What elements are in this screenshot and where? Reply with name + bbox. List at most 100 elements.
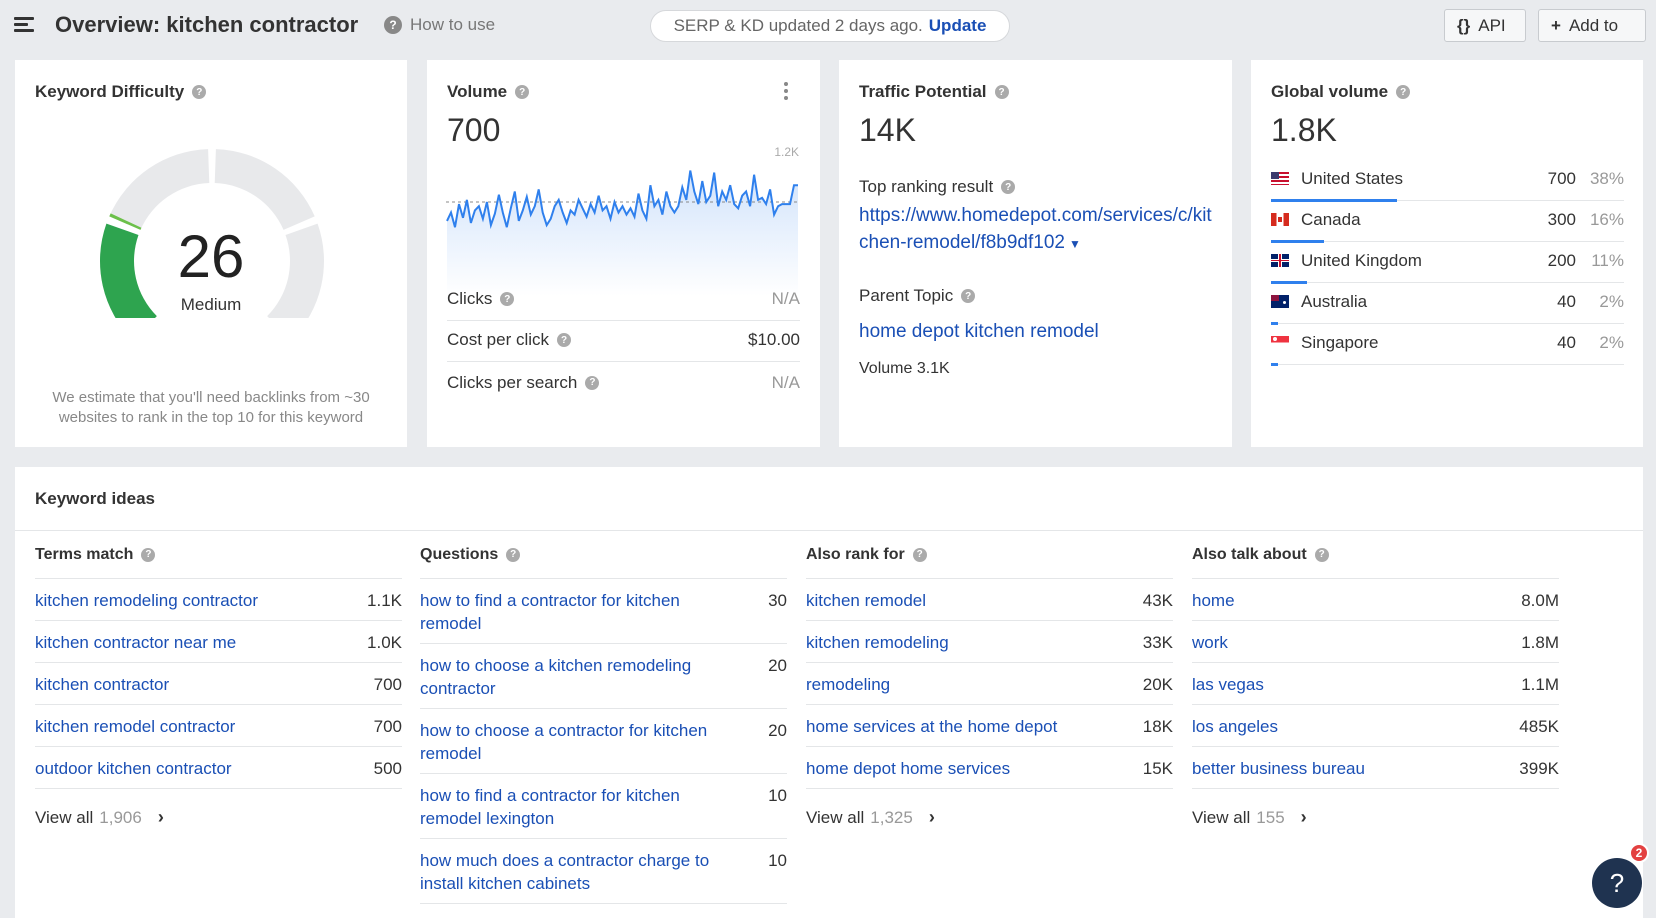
keyword-link[interactable]: how to find a contractor for kitchen rem… — [420, 589, 720, 635]
serp-update-notice: SERP & KD updated 2 days ago. Update — [650, 10, 1010, 42]
help-icon[interactable]: ? — [192, 85, 207, 99]
keyword-row: kitchen remodeling contractor 1.1K — [35, 579, 402, 621]
top-bar: Overview: kitchen contractor ? How to us… — [0, 0, 1656, 52]
parent-topic-link[interactable]: home depot kitchen remodel — [859, 318, 1219, 345]
column-title: Also talk about — [1192, 545, 1307, 563]
hamburger-menu-icon[interactable] — [14, 17, 34, 33]
keyword-ideas-column: Questions? how to find a contractor for k… — [420, 531, 787, 904]
view-all-count: 1,325 — [870, 807, 913, 827]
keyword-link[interactable]: kitchen remodeling contractor — [35, 589, 258, 612]
country-row[interactable]: Singapore 40 2% — [1271, 321, 1624, 366]
keyword-link[interactable]: work — [1192, 631, 1228, 654]
traffic-value: 14K — [859, 112, 916, 148]
kd-title-label: Keyword Difficulty — [35, 82, 185, 101]
api-button[interactable]: {} API — [1444, 9, 1526, 42]
help-icon[interactable]: ? — [500, 292, 515, 306]
keyword-volume: 700 — [373, 717, 402, 736]
view-all-link[interactable]: View all 1,325 › — [806, 807, 1173, 828]
help-icon[interactable]: ? — [1314, 547, 1329, 562]
keyword-link[interactable]: kitchen remodel contractor — [35, 715, 235, 738]
chart-max-label: 1.2K — [774, 146, 799, 159]
column-header: Terms match? — [35, 531, 402, 579]
help-icon[interactable]: ? — [994, 85, 1009, 99]
keyword-link[interactable]: better business bureau — [1192, 757, 1365, 780]
help-icon[interactable]: ? — [515, 85, 530, 99]
country-row[interactable]: United Kingdom 200 11% — [1271, 239, 1624, 284]
uk-flag-icon — [1271, 254, 1289, 267]
page-title: Overview: kitchen contractor — [55, 12, 359, 37]
help-icon[interactable]: ? — [1396, 85, 1411, 99]
help-icon[interactable]: ? — [585, 375, 600, 390]
column-title: Questions — [420, 545, 499, 563]
country-row[interactable]: Australia 40 2% — [1271, 280, 1624, 325]
keyword-ideas-column: Also rank for? kitchen remodel 43K kitchen … — [806, 531, 1173, 828]
add-to-button[interactable]: + Add to — [1538, 9, 1646, 42]
country-row[interactable]: United States 700 38% — [1271, 157, 1624, 202]
view-all-link[interactable]: View all 155 › — [1192, 807, 1559, 828]
view-all-label: View all — [1192, 807, 1251, 827]
view-all-link[interactable]: View all 1,906 › — [35, 807, 402, 828]
help-icon[interactable]: ? — [1001, 180, 1016, 194]
country-volume: 200 — [1547, 250, 1576, 270]
keyword-row: outdoor kitchen contractor 500 — [35, 747, 402, 789]
update-link[interactable]: Update — [929, 16, 987, 36]
code-braces-icon: {} — [1457, 15, 1471, 35]
keyword-link[interactable]: home services at the home depot — [806, 715, 1057, 738]
keyword-row: how to find a contractor for kitchen rem… — [420, 579, 787, 644]
keyword-row: home depot home services 15K — [806, 747, 1173, 789]
gauge-segment — [109, 149, 210, 230]
keyword-link[interactable]: kitchen remodel — [806, 589, 926, 612]
keyword-link[interactable]: kitchen remodeling — [806, 631, 949, 654]
volume-trend-chart: 1.2K — [446, 146, 799, 296]
keyword-link[interactable]: how to choose a contractor for kitchen r… — [420, 719, 720, 765]
keyword-link[interactable]: outdoor kitchen contractor — [35, 757, 232, 780]
chevron-right-icon: › — [157, 807, 164, 827]
traffic-potential-card: Traffic Potential ? 14K Top ranking resu… — [839, 60, 1232, 447]
help-icon[interactable]: ? — [141, 547, 156, 562]
volume-value: 700 — [447, 112, 501, 148]
column-title: Also rank for — [806, 545, 905, 563]
keyword-volume: 399K — [1519, 759, 1559, 778]
keyword-link[interactable]: kitchen contractor near me — [35, 631, 236, 654]
kd-note: We estimate that you'll need backlinks f… — [52, 389, 370, 426]
kd-level: Medium — [180, 295, 242, 314]
keyword-volume: 500 — [373, 759, 402, 778]
help-chat-button[interactable]: ? — [1592, 858, 1642, 908]
help-icon[interactable]: ? — [557, 333, 572, 347]
top-ranking-url[interactable]: https://www.homedepot.com/services/c/kit… — [859, 202, 1219, 258]
keyword-link[interactable]: remodeling — [806, 673, 890, 696]
keyword-volume: 10 — [768, 851, 787, 870]
keyword-row: kitchen remodel contractor 700 — [35, 705, 402, 747]
keyword-row: kitchen contractor near me 1.0K — [35, 621, 402, 663]
keyword-link[interactable]: las vegas — [1192, 673, 1264, 696]
keyword-volume: 1.8M — [1521, 633, 1559, 652]
help-icon[interactable]: ? — [506, 547, 521, 562]
keyword-row: kitchen remodeling 33K — [806, 621, 1173, 663]
keyword-ideas-column: Terms match? kitchen remodeling contracto… — [35, 531, 402, 828]
help-icon[interactable]: ? — [961, 289, 976, 303]
keyword-link[interactable]: home depot home services — [806, 757, 1010, 780]
help-icon[interactable]: ? — [912, 547, 927, 562]
keyword-volume: 1.1K — [367, 591, 402, 610]
more-options-icon[interactable] — [784, 82, 790, 100]
keyword-link[interactable]: how to find a contractor for kitchen rem… — [420, 784, 720, 830]
keyword-link[interactable]: home — [1192, 589, 1235, 612]
column-title: Terms match — [35, 545, 134, 563]
keyword-link[interactable]: how to choose a kitchen remodeling contr… — [420, 654, 720, 700]
how-to-use-label: How to use — [410, 15, 496, 34]
keyword-link[interactable]: how much does a contractor charge to ins… — [420, 849, 720, 895]
help-icon: ? — [384, 16, 402, 34]
caret-down-icon[interactable]: ▼ — [1069, 237, 1081, 251]
keyword-link[interactable]: los angeles — [1192, 715, 1278, 738]
keyword-link[interactable]: kitchen contractor — [35, 673, 169, 696]
ca-flag-icon — [1271, 213, 1289, 226]
country-name: Canada — [1301, 209, 1361, 229]
gauge-segment — [214, 149, 315, 230]
api-label: API — [1478, 15, 1506, 35]
country-percent: 2% — [1599, 291, 1624, 311]
plus-icon: + — [1551, 15, 1561, 35]
keyword-ideas-card: Keyword ideas Terms match? kitchen remode… — [15, 467, 1643, 918]
global-value: 1.8K — [1271, 112, 1337, 148]
how-to-use-link[interactable]: ? How to use — [384, 15, 495, 35]
country-row[interactable]: Canada 300 16% — [1271, 198, 1624, 243]
